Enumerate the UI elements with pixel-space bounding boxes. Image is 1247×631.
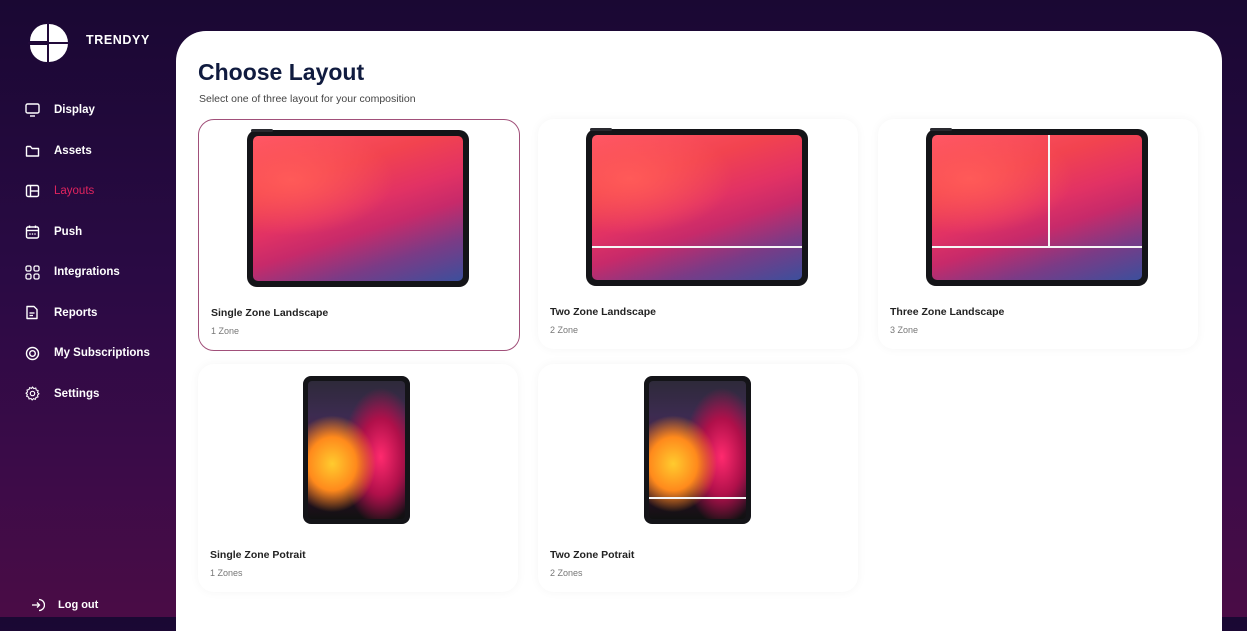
sidebar-item-label: Layouts <box>54 185 95 197</box>
sidebar: TRENDYY Display Assets Layouts Push Inte… <box>0 0 172 617</box>
sidebar-item-display[interactable]: Display <box>24 100 150 120</box>
sidebar-item-label: My Subscriptions <box>54 347 150 359</box>
layout-zone-count: 1 Zones <box>210 568 243 578</box>
sidebar-item-my-subscriptions[interactable]: My Subscriptions <box>24 343 150 363</box>
gear-icon <box>24 386 40 402</box>
sidebar-item-assets[interactable]: Assets <box>24 141 150 161</box>
layout-name: Single Zone Potrait <box>210 549 306 561</box>
monitor-icon <box>24 102 40 118</box>
layout-name: Three Zone Landscape <box>890 306 1005 318</box>
sidebar-item-reports[interactable]: Reports <box>24 303 150 323</box>
sidebar-item-label: Push <box>54 225 83 238</box>
sidebar-item-label: Display <box>54 104 95 116</box>
zone-divider <box>932 246 1142 248</box>
portrait-tablet-preview <box>303 376 410 524</box>
tablet-screen <box>649 381 746 519</box>
layout-card-single-zone-potrait[interactable]: Single Zone Potrait 1 Zones <box>198 364 518 592</box>
layout-zone-count: 3 Zone <box>890 325 919 335</box>
camera-bar <box>930 128 952 131</box>
sidebar-item-push[interactable]: Push <box>24 222 150 242</box>
layout-name: Two Zone Potrait <box>550 549 635 561</box>
sidebar-item-label: Reports <box>54 306 98 319</box>
layout-zone-count: 1 Zone <box>211 326 240 336</box>
portrait-tablet-preview <box>644 376 751 524</box>
layout-name: Single Zone Landscape <box>211 307 329 319</box>
sidebar-item-integrations[interactable]: Integrations <box>24 262 150 282</box>
trendyy-logo-icon <box>28 22 70 64</box>
zone-divider <box>592 246 802 248</box>
logout-button[interactable]: Log out <box>30 597 98 613</box>
camera-bar <box>251 129 273 132</box>
zone-divider <box>1048 135 1050 246</box>
tablet-screen <box>253 136 463 281</box>
sidebar-nav: Display Assets Layouts Push Integrations <box>24 100 150 424</box>
layout-card-three-zone-landscape[interactable]: Three Zone Landscape 3 Zone <box>878 119 1198 349</box>
tablet-screen <box>932 135 1142 280</box>
camera-bar <box>590 128 612 131</box>
logout-icon <box>30 597 46 613</box>
subscription-icon <box>24 345 40 361</box>
page-title: Choose Layout <box>198 59 365 85</box>
layout-card-single-zone-landscape[interactable]: Single Zone Landscape 1 Zone <box>198 119 520 351</box>
page-subtitle: Select one of three layout for your comp… <box>199 93 416 105</box>
layout-card-two-zone-potrait[interactable]: Two Zone Potrait 2 Zones <box>538 364 858 592</box>
sidebar-item-label: Settings <box>54 387 100 400</box>
layout-card-two-zone-landscape[interactable]: Two Zone Landscape 2 Zone <box>538 119 858 349</box>
sidebar-item-settings[interactable]: Settings <box>24 384 150 404</box>
tablet-screen <box>592 135 802 280</box>
layout-zone-count: 2 Zones <box>550 568 583 578</box>
sidebar-item-layouts[interactable]: Layouts <box>24 181 150 201</box>
landscape-tablet-preview <box>247 129 469 287</box>
main-panel: Choose Layout Select one of three layout… <box>176 31 1222 631</box>
sidebar-item-label: Assets <box>54 144 92 157</box>
brand-name: TRENDYY <box>86 33 150 47</box>
landscape-tablet-preview <box>586 128 808 286</box>
logout-label: Log out <box>58 599 99 611</box>
folder-icon <box>24 143 40 159</box>
layout-name: Two Zone Landscape <box>550 306 656 318</box>
tablet-screen <box>308 381 405 519</box>
layout-zone-count: 2 Zone <box>550 325 579 335</box>
brand[interactable]: TRENDYY <box>28 22 150 64</box>
layout-icon <box>24 183 40 199</box>
landscape-tablet-preview <box>926 128 1148 286</box>
grid-icon <box>24 264 40 280</box>
zone-divider <box>649 497 746 499</box>
document-icon <box>24 305 40 321</box>
calendar-icon <box>24 224 40 240</box>
sidebar-item-label: Integrations <box>54 266 120 278</box>
